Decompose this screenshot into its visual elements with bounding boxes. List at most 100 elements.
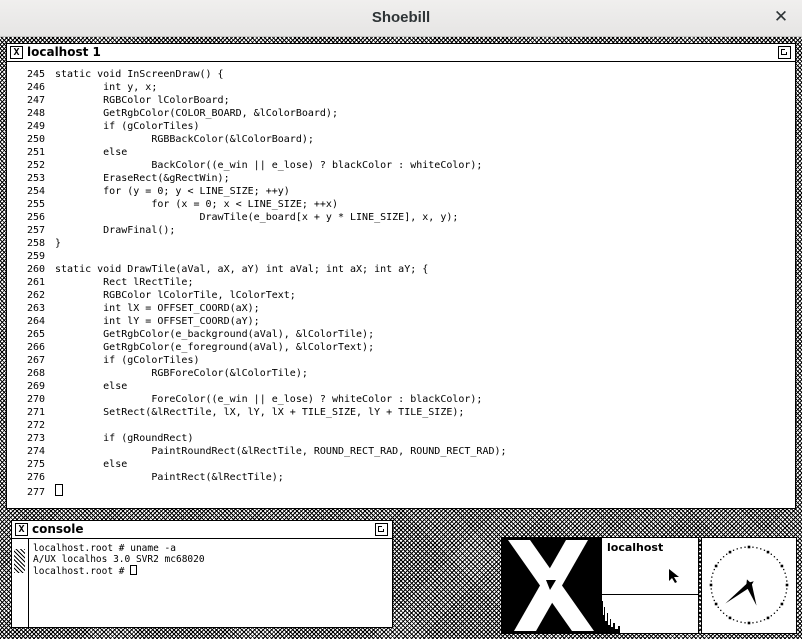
code-line: 251 else [7,146,795,159]
clock-tick [714,564,718,568]
code-line: 273 if (gRoundRect) [7,432,795,445]
code-text: PaintRoundRect(&lRectTile, ROUND_RECT_RA… [55,446,507,457]
code-text: Rect lRectTile; [55,277,194,288]
console-prompt-line: localhost.root # [33,565,392,578]
clock-tick [784,596,786,598]
app-title: Shoebill [371,9,431,26]
code-text: for (y = 0; y < LINE_SIZE; ++y) [55,186,290,197]
clock-tick [786,580,788,582]
code-line: 274 PaintRoundRect(&lRectTile, ROUND_REC… [7,445,795,458]
line-number: 256 [26,212,45,223]
code-text: EraseRect(&gRectWin); [55,173,230,184]
clock-tick [747,621,751,625]
code-text: ForeColor((e_win || e_lose) ? whiteColor… [55,394,483,405]
clock-tick [752,546,754,548]
clock-tick [722,612,725,614]
code-line: 262 RGBColor lColorTile, lColorText; [7,289,795,302]
close-icon[interactable]: ✕ [772,8,790,26]
line-number: 271 [26,407,45,418]
console-scrollbar[interactable] [12,539,27,627]
code-line: 263 int lX = OFFSET_COORD(aX); [7,302,795,315]
code-text: PaintRect(&lRectTile); [55,472,284,483]
line-number: 261 [26,277,45,288]
code-text-area[interactable]: 245 static void InScreenDraw() {246 int y… [7,62,795,508]
clock-tick [779,562,781,564]
clock-tick [740,547,742,549]
line-number: 259 [26,251,45,262]
code-line: 271 SetRect(&lRectTile, lX, lY, lX + TIL… [7,406,795,419]
clock-tick [770,553,772,555]
clock-tick [776,609,778,612]
resize-icon[interactable] [778,46,791,59]
line-number: 272 [26,420,45,431]
code-line: 275 else [7,458,795,471]
code-text: int lX = OFFSET_COORD(aX); [55,303,260,314]
line-number: 262 [26,290,45,301]
clock-tick [785,592,787,594]
clock-tick [732,619,735,621]
clock-tick [756,547,758,549]
mouse-pointer-icon [669,569,679,583]
line-number: 258 [26,238,45,249]
clock-tick [712,572,714,574]
main-window-titlebar[interactable]: X localhost 1 [7,44,795,62]
clock-tick [720,609,722,612]
x-window-icon[interactable]: X [15,523,28,536]
clock-tick [736,620,738,622]
code-line: 268 RGBForeColor(&lColorTile); [7,367,795,380]
clock-tick [712,596,714,598]
clock-tick [728,616,732,620]
line-number: 273 [26,433,45,444]
console-window[interactable]: X console localhost.root # uname -a A/UX… [11,520,393,628]
load-graph [602,601,620,633]
clock-tick [717,562,719,564]
line-number: 270 [26,394,45,405]
code-text: if (gColorTiles) [55,121,200,132]
code-text: RGBColor lColorBoard; [55,95,230,106]
code-line: 272 [7,419,795,432]
clock-tick [783,599,785,602]
line-number: 250 [26,134,45,145]
line-number: 254 [26,186,45,197]
clock-tick [780,602,784,606]
code-line: 265 GetRgbColor(e_background(aVal), &lCo… [7,328,795,341]
code-line: 252 BackColor((e_win || e_lose) ? blackC… [7,159,795,172]
line-number: 269 [26,381,45,392]
console-window-title: console [32,522,84,536]
code-line: 276 PaintRect(&lRectTile); [7,471,795,484]
code-line: 270 ForeColor((e_win || e_lose) ? whiteC… [7,393,795,406]
resize-icon[interactable] [375,523,388,536]
code-text: static void DrawTile(aVal, aX, aY) int a… [55,264,429,275]
main-terminal-window[interactable]: X localhost 1 245 static void InScreenDra… [6,43,796,509]
code-line: 249 if (gColorTiles) [7,120,795,133]
clock-tick [784,572,786,574]
code-line: 248 GetRgbColor(COLOR_BOARD, &lColorBoar… [7,107,795,120]
clock-tick [766,616,770,620]
line-number: 266 [26,342,45,353]
code-line: 269 else [7,380,795,393]
line-number: 252 [26,160,45,171]
clock-tick [760,548,762,550]
line-number: 276 [26,472,45,483]
console-window-titlebar[interactable]: X console [12,521,392,539]
code-text: if (gColorTiles) [55,355,200,366]
line-number: 277 [26,487,45,498]
clock-tick [709,583,713,587]
line-number: 274 [26,446,45,457]
code-text: else [55,459,128,470]
line-number: 251 [26,147,45,158]
clock-tick [752,622,754,624]
clock-icon [701,537,797,634]
code-line: 264 int lY = OFFSET_COORD(aY); [7,315,795,328]
clock-tick [763,619,766,621]
console-text-area[interactable]: localhost.root # uname -a A/UX localhos … [28,539,392,627]
text-cursor [55,484,63,496]
scrollbar-thumb[interactable] [14,549,25,573]
x-window-icon[interactable]: X [10,46,23,59]
code-text: BackColor((e_win || e_lose) ? blackColor… [55,160,483,171]
clock-tick [773,556,776,558]
clock-tick [710,580,712,582]
text-cursor [130,565,138,575]
clock-tick [756,621,758,623]
clock-tick [711,592,713,594]
